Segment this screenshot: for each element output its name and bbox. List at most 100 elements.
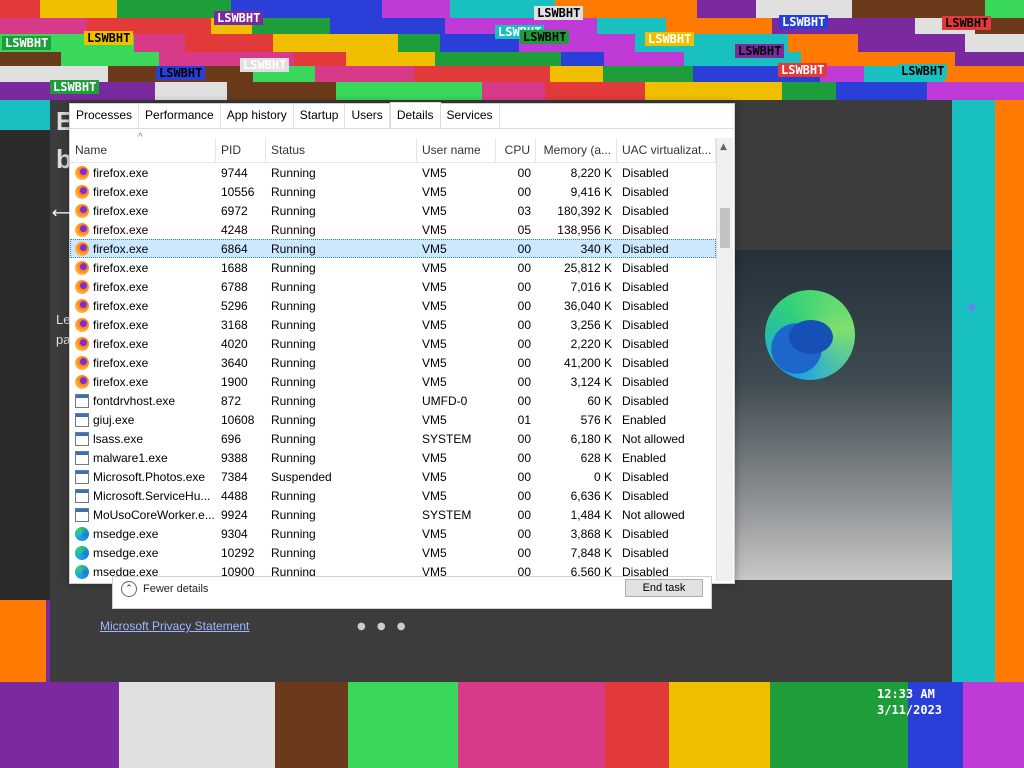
cell-name: firefox.exe [70,203,216,218]
cell-name: msedge.exe [70,526,216,541]
column-header-memory[interactable]: Memory (a... [536,138,617,162]
table-row[interactable]: msedge.exe 10292 Running VM5 00 7,848 K Disabl… [70,543,716,562]
cell-mem: 3,868 K [570,526,612,541]
cell-user: VM5 [422,241,447,256]
cell-status: Running [271,355,316,370]
cell-uac: Disabled [622,526,669,541]
cell-uac: Disabled [622,393,669,408]
table-row[interactable]: MoUsoCoreWorker.e... 9924 Running SYSTEM 00 1… [70,505,716,524]
details-table: ^ Name PID Status User name CPU Memory (a... U… [70,132,716,581]
ghost-clock-date: 3/11/2023 [877,703,943,717]
table-row[interactable]: firefox.exe 6972 Running VM5 03 180,392 K Disa… [70,201,716,220]
column-header-uac[interactable]: UAC virtualizat... [617,138,716,162]
table-row[interactable]: lsass.exe 696 Running SYSTEM 00 6,180 K Not al… [70,429,716,448]
glitch-block [605,682,669,768]
table-row[interactable]: Microsoft.ServiceHu... 4488 Running VM5 00 6,… [70,486,716,505]
table-row[interactable]: firefox.exe 3168 Running VM5 00 3,256 K Disabl… [70,315,716,334]
table-row[interactable]: Microsoft.Photos.exe 7384 Suspended VM5 00 0 … [70,467,716,486]
glitch-block [252,18,330,34]
cell-status: Running [271,336,316,351]
cell-name: firefox.exe [70,374,216,389]
cell-status: Running [271,507,316,522]
glitch-block [645,82,782,100]
glitch-block [0,682,119,768]
tab-details[interactable]: Details [389,102,441,128]
scrollbar-thumb[interactable] [720,208,730,248]
carousel-dots[interactable]: ● ● ● [357,621,410,632]
cell-pid: 872 [221,393,242,408]
chevron-up-icon: ⌃ [121,581,137,597]
cell-name: firefox.exe [70,222,216,237]
tab-users[interactable]: Users [345,104,390,128]
tab-processes[interactable]: Processes [70,104,140,128]
table-row[interactable]: giuj.exe 10608 Running VM5 01 576 K Enabled [70,410,716,429]
process-name: firefox.exe [93,165,149,180]
privacy-statement-link[interactable]: Microsoft Privacy Statement [100,619,249,633]
end-task-button[interactable]: End task [625,579,703,597]
table-row[interactable]: firefox.exe 4248 Running VM5 05 138,956 K Disa… [70,220,716,239]
tab-app-history[interactable]: App history [221,104,294,128]
process-name: firefox.exe [93,203,149,218]
edge-icon [75,545,89,560]
cell-user: VM5 [422,545,447,560]
table-row[interactable]: firefox.exe 3640 Running VM5 00 41,200 K Disab… [70,353,716,372]
cell-mem: 7,016 K [570,279,612,294]
glitch-block [995,100,1024,700]
table-row[interactable]: msedge.exe 9304 Running VM5 00 3,868 K Disable… [70,524,716,543]
table-row[interactable]: firefox.exe 9744 Running VM5 00 8,220 K Disabl… [70,163,716,182]
cell-uac: Not allowed [622,507,685,522]
firefox-icon [75,317,89,332]
glitch-tag-label: LSWBHT [645,32,695,46]
table-row[interactable]: firefox.exe 1688 Running VM5 00 25,812 K Disab… [70,258,716,277]
process-name: firefox.exe [93,298,149,313]
cell-cpu: 00 [517,545,531,560]
cell-name: firefox.exe [70,165,216,180]
cell-uac: Disabled [622,488,669,503]
glitch-block [550,66,603,82]
tab-performance[interactable]: Performance [139,104,221,128]
table-row[interactable]: malware1.exe 9388 Running VM5 00 628 K Enabled [70,448,716,467]
glitch-block [414,66,550,82]
sort-up-icon: ^ [138,132,143,143]
table-row[interactable]: firefox.exe 6788 Running VM5 00 7,016 K Disabl… [70,277,716,296]
glitch-block [330,18,445,34]
column-header-cpu[interactable]: CPU [496,138,536,162]
cell-pid: 9388 [221,450,248,465]
resize-cursor-icon: ⟷ [52,203,75,222]
column-header-pid[interactable]: PID [216,138,266,162]
cell-name: malware1.exe [70,450,216,465]
table-row[interactable]: firefox.exe 6864 Running VM5 00 340 K Disabled [70,239,716,258]
cell-name: firefox.exe [70,317,216,332]
cell-uac: Disabled [622,260,669,275]
cell-cpu: 00 [517,165,531,180]
tab-startup[interactable]: Startup [294,104,346,128]
cell-status: Running [271,298,316,313]
process-name: Microsoft.ServiceHu... [93,488,211,503]
glitch-block [965,34,1024,52]
column-header-name[interactable]: Name [70,138,216,162]
cell-status: Running [271,526,316,541]
fewer-details-button[interactable]: ⌃ Fewer details [121,581,208,597]
cell-pid: 10556 [221,184,255,199]
process-name: firefox.exe [93,374,149,389]
cell-cpu: 00 [517,431,531,446]
column-header-user-name[interactable]: User name [417,138,496,162]
vertical-scrollbar[interactable]: ▲ [716,138,733,581]
table-row[interactable]: fontdrvhost.exe 872 Running UMFD-0 00 60 K Dis… [70,391,716,410]
glitch-block [382,0,450,18]
process-name: firefox.exe [93,222,149,237]
cell-user: SYSTEM [422,507,472,522]
cell-uac: Disabled [622,374,669,389]
cell-mem: 6,180 K [570,431,612,446]
cell-pid: 6864 [221,241,248,256]
table-row[interactable]: firefox.exe 4020 Running VM5 00 2,220 K Disabl… [70,334,716,353]
table-row[interactable]: firefox.exe 5296 Running VM5 00 36,040 K Disab… [70,296,716,315]
scroll-up-icon[interactable]: ▲ [720,142,727,152]
column-header-status[interactable]: Status [266,138,417,162]
table-row[interactable]: firefox.exe 10556 Running VM5 00 9,416 K Disab… [70,182,716,201]
table-row[interactable]: firefox.exe 1900 Running VM5 00 3,124 K Disabl… [70,372,716,391]
cell-mem: 7,848 K [570,545,612,560]
app-icon [75,450,89,465]
tab-services[interactable]: Services [441,104,500,128]
cell-mem: 8,220 K [570,165,612,180]
